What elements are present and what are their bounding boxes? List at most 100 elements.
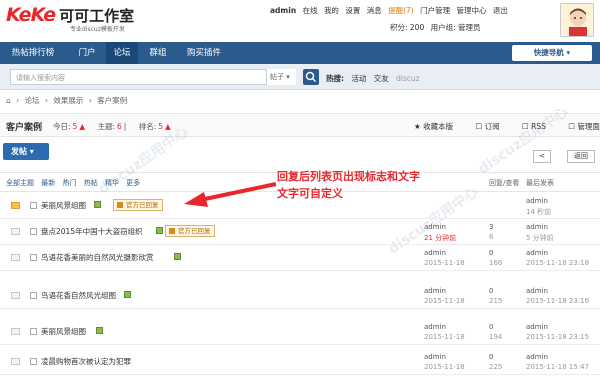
hot-item[interactable]: 交友 [374, 74, 389, 83]
up-arrow-icon: ▲ [79, 122, 86, 131]
back-button[interactable]: 返回 [567, 150, 595, 163]
hot-searches: 热搜: 活动 交友 discuz [326, 73, 425, 84]
search-icon [305, 71, 317, 83]
subscribe-link[interactable]: ☐ 订阅 [476, 122, 510, 131]
nav-portal[interactable]: 门户 [72, 42, 102, 64]
quick-nav-button[interactable]: 快捷导航 ▾ [512, 45, 592, 61]
filter-hot[interactable]: 热门 [62, 179, 76, 187]
username-link[interactable]: admin [270, 6, 296, 15]
thread-title[interactable]: 美丽风景组图 [41, 326, 86, 337]
user-link-settings[interactable]: 设置 [345, 6, 360, 15]
image-attachment-icon [124, 291, 131, 298]
prev-page-button[interactable]: < [533, 150, 551, 163]
annotation-line-2: 文字可自定义 [277, 187, 343, 200]
thread-author[interactable]: admin [424, 323, 446, 332]
nav-forum[interactable]: 论坛 [106, 42, 138, 64]
thread-date: 21 分钟前 [424, 234, 457, 242]
official-reply-badge: 官方已回复 [165, 225, 215, 237]
favorite-forum-link[interactable]: ★ 收藏本版 [414, 122, 463, 131]
last-post-time[interactable]: 2015-11-18 15:47 [526, 363, 589, 371]
breadcrumb: ⌂ › 论坛 › 效果展示 › 客户案例 [6, 96, 128, 105]
site-tagline: 专业discuz模板开发 [70, 26, 125, 33]
last-post-time[interactable]: 5 分钟前 [526, 233, 554, 243]
last-poster[interactable]: admin [526, 323, 548, 331]
last-post-time[interactable]: 14 秒前 [526, 207, 551, 217]
search-type-select[interactable]: 帖子 ▾ [266, 69, 296, 85]
thread-title[interactable]: 美丽风景组图 [41, 200, 86, 211]
avatar[interactable] [560, 3, 594, 37]
hot-item[interactable]: discuz [396, 74, 420, 83]
logout-link[interactable]: 退出 [493, 6, 508, 15]
main-nav: 热帖排行榜 门户 论坛 群组 购买插件 快捷导航 ▾ [0, 42, 600, 64]
reply-count: 0 [489, 323, 494, 331]
last-poster[interactable]: admin [526, 353, 548, 361]
last-poster[interactable]: admin [526, 223, 548, 231]
thread-row[interactable]: 鸟语花香自然风光组图 admin 2015-11-18 0 215 admin … [0, 283, 600, 309]
forum-stats: 今日: 5 ▲ 主题: 6 | 排名: 5 ▲ [53, 122, 171, 131]
thread-checkbox[interactable] [30, 254, 37, 261]
thread-title[interactable]: 盘点2015年中国十大盗窃组织 [41, 226, 143, 237]
annotation-arrow-icon [184, 182, 277, 207]
points-label[interactable]: 积分: 200 [390, 23, 424, 32]
view-count: 225 [489, 363, 503, 371]
thread-checkbox[interactable] [30, 328, 37, 335]
crumb-showcase[interactable]: 效果展示 [53, 96, 83, 105]
thread-title[interactable]: 鸟语花香自然风光组图 [41, 290, 116, 301]
site-logo[interactable]: KeKe 可可工作室 [6, 4, 134, 26]
crumb-forum[interactable]: 论坛 [25, 96, 40, 105]
manage-panel-link[interactable]: ☐ 管理面板 [568, 122, 600, 131]
filter-latest[interactable]: 最新 [41, 179, 55, 187]
thread-author[interactable]: admin [424, 287, 446, 296]
filter-all[interactable]: 全部主题 [6, 179, 34, 187]
last-poster[interactable]: admin [526, 197, 548, 205]
thread-author[interactable]: admin [424, 353, 446, 362]
today-count: 5 [72, 122, 78, 131]
thread-row[interactable]: 盘点2015年中国十大盗窃组织 官方已回复 admin 21 分钟前 3 6 a… [0, 219, 600, 245]
nav-hot-ranking[interactable]: 热帖排行榜 [0, 42, 66, 64]
image-attachment-icon [174, 253, 181, 260]
thread-checkbox[interactable] [30, 292, 37, 299]
rank-count: 5 [158, 122, 164, 131]
user-bar: admin 在线 我的 设置 消息 提醒(7) 门户管理 管理中心 退出 [270, 5, 512, 16]
home-icon[interactable]: ⌂ [6, 96, 11, 105]
thread-date: 2015-11-18 [424, 297, 465, 305]
thread-icon [11, 228, 20, 235]
last-post-time[interactable]: 2015-11-18 23:15 [526, 333, 589, 341]
crumb-cases[interactable]: 客户案例 [97, 96, 127, 105]
thread-row[interactable]: 鸟语花香美丽的自然风光摄影欣赏 admin 2015-11-18 0 166 a… [0, 245, 600, 271]
thread-title[interactable]: 鸟语花香美丽的自然风光摄影欣赏 [41, 252, 154, 263]
thread-checkbox[interactable] [30, 358, 37, 365]
last-poster[interactable]: admin [526, 249, 548, 257]
user-link-messages[interactable]: 消息 [367, 6, 382, 15]
group-label[interactable]: 用户组: 管理员 [431, 23, 481, 32]
alert-link[interactable]: 提醒(7) [388, 6, 414, 15]
nav-group[interactable]: 群组 [142, 42, 174, 64]
thread-checkbox[interactable] [30, 228, 37, 235]
search-type-label: 帖子 [270, 73, 284, 81]
thread-author[interactable]: admin [424, 249, 446, 258]
last-poster[interactable]: admin [526, 287, 548, 295]
portal-admin-link[interactable]: 门户管理 [420, 6, 450, 15]
new-post-label: 发帖 [11, 147, 27, 156]
col-last-header[interactable]: 最后发表 [526, 178, 554, 188]
last-post-time[interactable]: 2015-11-18 23:18 [526, 259, 589, 267]
nav-buy-plugins[interactable]: 购买插件 [178, 42, 230, 64]
hot-label: 热搜: [326, 74, 344, 83]
thread-author[interactable]: admin [424, 223, 446, 232]
last-post-time[interactable]: 2015-11-18 23:16 [526, 297, 589, 305]
search-button[interactable] [303, 69, 319, 85]
hot-item[interactable]: 活动 [351, 74, 366, 83]
quick-nav-label: 快捷导航 [533, 48, 564, 57]
reply-count: 0 [489, 287, 494, 295]
new-post-button[interactable]: 发帖 ▾ [3, 143, 49, 160]
online-status[interactable]: 在线 [303, 6, 318, 15]
thread-row[interactable]: 凌晨购物首次被认定为犯罪 admin 2015-11-18 0 225 admi… [0, 349, 600, 375]
search-input[interactable]: 请输入搜索内容 [10, 69, 294, 85]
user-link-mine[interactable]: 我的 [324, 6, 339, 15]
thread-row[interactable]: 美丽风景组图 admin 2015-11-18 0 194 admin 2015… [0, 319, 600, 345]
thread-title[interactable]: 凌晨购物首次被认定为犯罪 [41, 356, 131, 367]
admin-center-link[interactable]: 管理中心 [457, 6, 487, 15]
reply-count: 0 [489, 249, 494, 257]
reply-count: 0 [489, 353, 494, 361]
thread-checkbox[interactable] [30, 202, 37, 209]
